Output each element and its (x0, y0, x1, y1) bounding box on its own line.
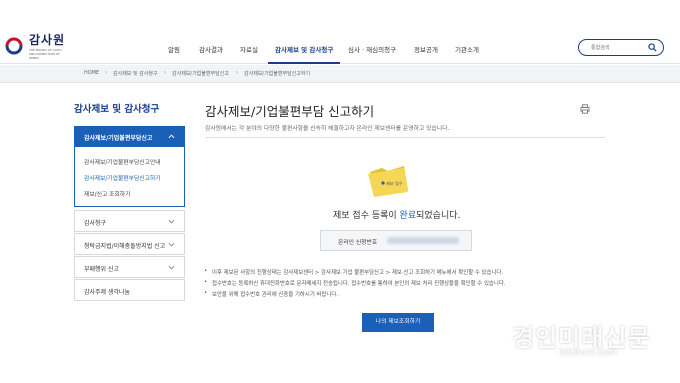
completion-text-suffix: 되었습니다. (416, 211, 461, 221)
watermark: 경인미래신문 kifuture.com (512, 318, 672, 362)
breadcrumb-item[interactable]: 감사제보 및 감사청구 (113, 70, 158, 77)
sidebar-item-label: 감사주제 생각나눔 (84, 289, 131, 296)
sidebar-item-label: 부패행위 신고 (84, 266, 120, 273)
nav-report-request[interactable]: 감사제보 및 감사청구 (275, 44, 333, 54)
sidebar-group-report-toggle[interactable]: 감사제보/기업불편부담신고 (75, 127, 184, 147)
logo-name: 감사원 (29, 33, 66, 47)
chevron-down-icon (168, 242, 175, 247)
receipt-label: 온라인 신청번호 (338, 240, 378, 246)
site-header: 감사원 THE BOARD OF AUDIT AND INSPECTION OF… (0, 0, 680, 64)
notice-item: 이후 제보된 사항의 진행상태는 감사제보센터 > 감사제보·기업 불편부담신고… (204, 268, 503, 276)
folder-label: 제보 접수 (386, 180, 403, 187)
notice-item: 보안을 위해 접수번호 관리에 신중을 기하시기 바랍니다. (204, 290, 338, 298)
breadcrumb-separator-icon: › (105, 69, 108, 76)
receipt-number-box: 온라인 신청번호 (320, 230, 472, 251)
chevron-down-icon (168, 219, 175, 224)
nav-archive[interactable]: 자료실 (240, 44, 258, 54)
sidebar-item-anticorruption-law[interactable]: 청탁금지법/이해충돌방지법 신고 (74, 233, 185, 255)
sidebar-title: 감사제보 및 감사청구 (74, 104, 160, 115)
chevron-up-icon (168, 134, 175, 139)
notice-item: 접수번호는 등록하신 휴대전화번호로 문자메세지 전송됩니다. 접수번호를 통하… (204, 279, 506, 287)
folder-icon: 제보 접수 (368, 166, 408, 197)
sidebar-item-audit-topic[interactable]: 감사주제 생각나눔 (74, 279, 185, 301)
nav-active-indicator (268, 62, 340, 64)
print-icon[interactable] (580, 104, 590, 114)
sidebar-subitem-submit[interactable]: 감사제보/기업불편부담신고하기 (84, 173, 161, 182)
breadcrumb-separator-icon: › (164, 69, 167, 76)
chevron-down-icon (168, 265, 175, 270)
search-icon[interactable] (648, 43, 657, 52)
search-input[interactable] (591, 43, 646, 52)
site-logo[interactable]: 감사원 THE BOARD OF AUDIT AND INSPECTION OF… (4, 34, 69, 60)
breadcrumb-home[interactable]: HOME (84, 70, 99, 76)
completion-text-prefix: 제보 접수 등록이 (333, 211, 400, 221)
watermark-sub: kifuture.com (560, 348, 617, 358)
page-description: 감사원에서는 각 분야의 다양한 불편사항을 신속히 해결하고자 온라인 제보센… (205, 126, 450, 132)
breadcrumb-item[interactable]: 감사제보/기업불편부담신고 (172, 70, 229, 77)
sidebar-subitem-lookup[interactable]: 제보/신고 조회하기 (84, 189, 130, 198)
search-box[interactable] (578, 39, 664, 56)
sidebar-group-label: 감사제보/기업불편부담신고 (84, 135, 153, 142)
sidebar-item-label: 청탁금지법/이해충돌방지법 신고 (84, 243, 166, 250)
title-divider (205, 137, 605, 138)
sidebar-group-report: 감사제보/기업불편부담신고 감사제보/기업불편부담신고안내 감사제보/기업불편부… (74, 126, 185, 207)
nav-audit-results[interactable]: 감사결과 (199, 44, 223, 54)
receipt-number-redacted (387, 237, 459, 244)
nav-info-disclosure[interactable]: 정보공개 (414, 44, 438, 54)
sidebar-subitem-guide[interactable]: 감사제보/기업불편부담신고안내 (84, 157, 161, 166)
page-title: 감사제보/기업불편부담 신고하기 (205, 104, 375, 119)
nav-about[interactable]: 기관소개 (455, 44, 479, 54)
completion-text-highlight: 완료 (399, 211, 417, 221)
my-report-lookup-button[interactable]: 나의 제보조회하기 (362, 313, 434, 332)
sidebar-item-audit-request[interactable]: 감사청구 (74, 210, 185, 232)
logo-emblem-icon (5, 37, 23, 55)
nav-review-request[interactable]: 심사 · 재심의청구 (348, 44, 396, 54)
nav-notice[interactable]: 알림 (168, 44, 180, 54)
sidebar-item-corruption-report[interactable]: 부패행위 신고 (74, 256, 185, 278)
completion-message: 제보 접수 등록이 완료되었습니다. (333, 208, 460, 221)
logo-subtitle: THE BOARD OF AUDIT AND INSPECTION OF KOR… (29, 48, 62, 60)
breadcrumb-separator-icon: › (236, 69, 239, 76)
sidebar-item-label: 감사청구 (84, 220, 107, 227)
breadcrumb: HOME › 감사제보 및 감사청구 › 감사제보/기업불편부담신고 › 감사제… (0, 65, 680, 83)
breadcrumb-current: 감사제보/기업불편부담신고하기 (244, 71, 311, 77)
